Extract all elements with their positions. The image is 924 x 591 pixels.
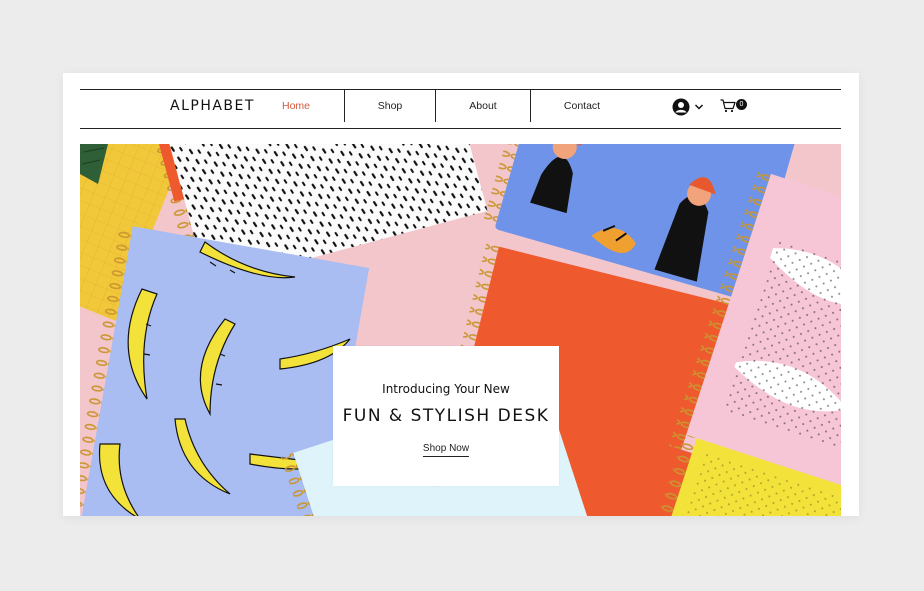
hero-intro-text: Introducing Your New (382, 382, 510, 396)
user-avatar-icon[interactable] (672, 98, 690, 116)
hero-promo-card: Introducing Your New FUN & STYLISH DESK … (333, 346, 559, 486)
shop-now-link[interactable]: Shop Now (422, 443, 470, 457)
cart-count-badge: 0 (736, 99, 747, 110)
hero-headline: FUN & STYLISH DESK (342, 406, 550, 426)
site-header: ALPHABET Home Shop About Contact 0 (80, 89, 841, 129)
chevron-down-icon[interactable] (694, 102, 704, 112)
nav-item-home[interactable]: Home (270, 90, 322, 128)
nav-item-about[interactable]: About (436, 90, 530, 128)
browser-page: ALPHABET Home Shop About Contact 0 Intro… (63, 73, 859, 516)
hero-banner: Introducing Your New FUN & STYLISH DESK … (80, 144, 841, 516)
nav-item-shop[interactable]: Shop (345, 90, 435, 128)
cart-icon[interactable] (720, 99, 736, 113)
nav-item-contact[interactable]: Contact (531, 90, 633, 128)
site-logo[interactable]: ALPHABET (170, 98, 255, 114)
